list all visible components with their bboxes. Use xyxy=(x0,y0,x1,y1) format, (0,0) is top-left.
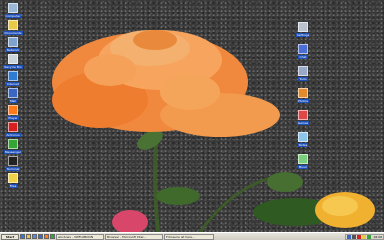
desktop-icon[interactable] xyxy=(32,234,37,239)
shield-icon[interactable] xyxy=(357,234,362,239)
desktop-shortcut-label: Files xyxy=(8,184,18,188)
shield-icon xyxy=(8,122,18,132)
desktop-shortcut-label: Games xyxy=(296,121,310,125)
desktop-shortcut[interactable]: Network xyxy=(0,37,26,52)
desktop-shortcut[interactable]: Antivirus xyxy=(0,122,26,137)
clock: 18:08 xyxy=(373,234,382,239)
desktop-shortcut[interactable]: Chat xyxy=(290,44,316,59)
desktop-shortcut-label: Settings xyxy=(295,33,311,37)
game-icon xyxy=(298,110,308,120)
desktop-shortcut[interactable]: Settings xyxy=(290,22,316,37)
mail-icon xyxy=(8,88,18,98)
messenger-icon[interactable] xyxy=(367,234,372,239)
desktop-shortcut[interactable]: Mail xyxy=(0,88,26,103)
chat-icon xyxy=(298,44,308,54)
task-list: windows - 3WFL0BOON Browser - Microsoft I… xyxy=(55,233,214,240)
desktop-shortcut-label: Recycle Bin xyxy=(3,65,23,69)
desktop-shortcut-label: Network xyxy=(5,48,21,52)
gear-icon xyxy=(298,22,308,32)
desktop-shortcut[interactable]: Photos xyxy=(290,88,316,103)
messenger-icon xyxy=(8,139,18,149)
taskbar: Start windows - 3WFL0BOON Browser - Micro… xyxy=(0,232,384,240)
music-icon xyxy=(298,154,308,164)
media-player-icon xyxy=(8,105,18,115)
desktop-shortcut-label: Player xyxy=(7,116,19,120)
taskbar-window-button[interactable]: Browser - Microsoft Inter... xyxy=(105,233,163,240)
desktop-shortcut[interactable]: Recycle Bin xyxy=(0,54,26,69)
browser-icon[interactable] xyxy=(20,234,25,239)
photo-icon xyxy=(298,88,308,98)
media-player-icon[interactable] xyxy=(44,234,49,239)
system-tray: 18:08 xyxy=(345,233,384,240)
taskbar-window-button[interactable]: windows - 3WFL0BOON xyxy=(56,233,104,240)
network-icon xyxy=(8,37,18,47)
desktop-shortcut[interactable]: Documents xyxy=(0,20,26,35)
taskbar-window-button[interactable]: Fotoserie ist here... xyxy=(164,233,214,240)
desktop-shortcut[interactable]: Games xyxy=(290,110,316,125)
desktop-shortcut[interactable]: Player xyxy=(0,105,26,120)
rose-wallpaper xyxy=(52,30,375,232)
desktop-shortcut[interactable]: Tools xyxy=(290,66,316,81)
desktop-shortcut[interactable]: Internet xyxy=(0,71,26,86)
desktop-shortcut-label: Computer xyxy=(4,14,22,18)
mail-icon[interactable] xyxy=(38,234,43,239)
desktop-shortcut-label: Photos xyxy=(296,99,310,103)
desktop-shortcut[interactable]: Music xyxy=(290,154,316,169)
desktop: Computer Documents Network Recycle Bin Inter… xyxy=(0,0,384,240)
desktop-shortcut-label: Mail xyxy=(8,99,18,103)
desktop-shortcut[interactable]: Computer xyxy=(0,3,26,18)
terminal-icon xyxy=(8,156,18,166)
update-icon[interactable] xyxy=(362,234,367,239)
desktop-shortcut-label: Notes xyxy=(297,143,309,147)
desktop-shortcut-label: Terminal xyxy=(5,167,21,171)
computer-icon xyxy=(8,3,18,13)
desktop-shortcut[interactable]: Terminal xyxy=(0,156,26,171)
desktop-shortcut-label: Tools xyxy=(298,77,308,81)
notes-icon xyxy=(298,132,308,142)
desktop-shortcut[interactable]: Messenger xyxy=(0,139,26,154)
desktop-shortcut-label: Antivirus xyxy=(5,133,21,137)
desktop-shortcut[interactable]: Notes xyxy=(290,132,316,147)
desktop-shortcut-label: Chat xyxy=(298,55,308,59)
start-button[interactable]: Start xyxy=(1,233,19,240)
folder-icon[interactable] xyxy=(26,234,31,239)
network-icon[interactable] xyxy=(347,234,352,239)
desktop-shortcut-label: Music xyxy=(297,165,309,169)
desktop-shortcut-label: Internet xyxy=(6,82,20,86)
volume-icon[interactable] xyxy=(352,234,357,239)
desktop-shortcut-label: Messenger xyxy=(3,150,23,154)
quick-launch-bar xyxy=(19,234,55,239)
desktop-shortcut[interactable]: Files xyxy=(0,173,26,188)
folder-icon xyxy=(8,20,18,30)
desktop-shortcut-label: Documents xyxy=(3,31,23,35)
recycle-bin-icon xyxy=(8,54,18,64)
internet-icon xyxy=(8,71,18,81)
folder-icon xyxy=(8,173,18,183)
tools-icon xyxy=(298,66,308,76)
